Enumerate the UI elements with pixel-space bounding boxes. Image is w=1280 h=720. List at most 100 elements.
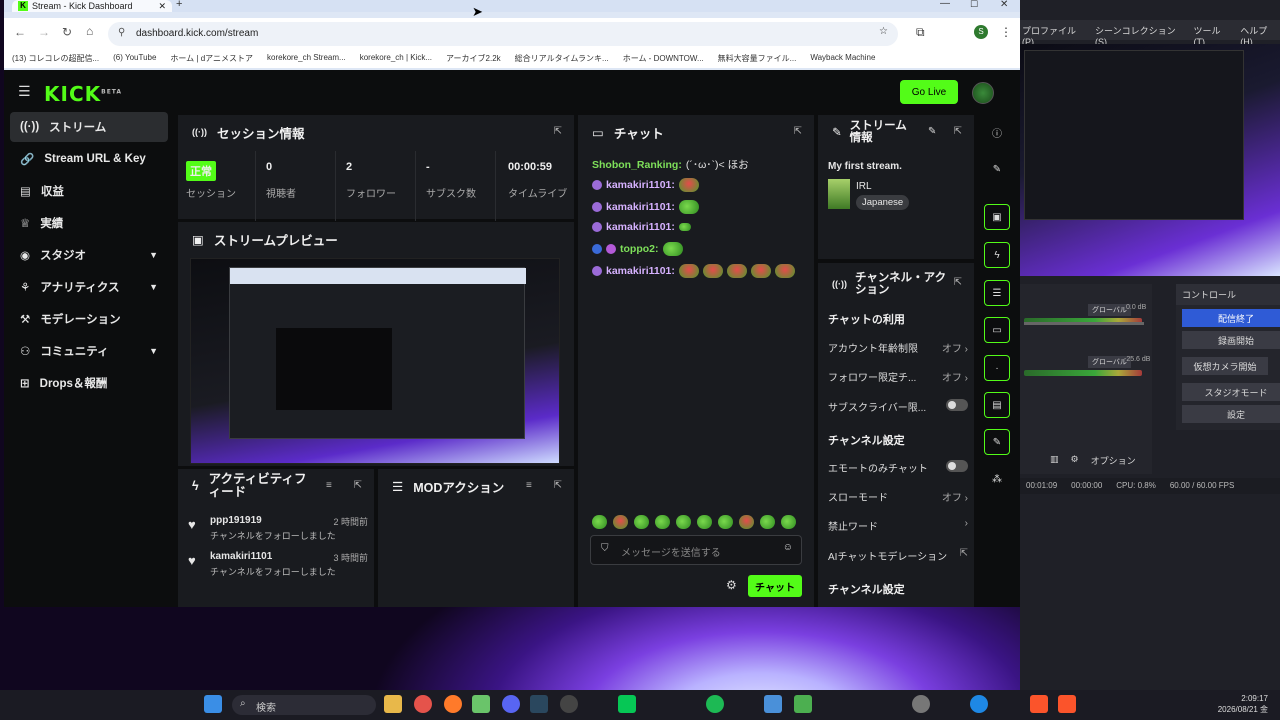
windows-start-icon[interactable] — [204, 695, 222, 713]
rail-preview-icon[interactable]: ▣ — [984, 204, 1010, 230]
sidebar-item-moderation[interactable]: ⚒ モデレーション — [10, 304, 168, 334]
emote-button[interactable] — [592, 515, 607, 529]
address-bar[interactable]: ⚲ dashboard.kick.com/stream ☆ — [108, 22, 898, 46]
sidebar-item-stream-url-key[interactable]: 🔗 Stream URL & Key — [10, 144, 168, 174]
chrome-icon[interactable] — [414, 695, 432, 713]
obs-layout-icon[interactable]: ▥ — [1050, 454, 1059, 467]
sidebar-item-community[interactable]: ⚇ コミュニティ ▼ — [10, 336, 168, 366]
bookmark-item[interactable]: 総合リアルタイムランキ... — [515, 53, 609, 65]
filter-icon[interactable]: ≡ — [526, 480, 532, 491]
chat-username[interactable]: Shobon_Ranking: — [592, 159, 682, 171]
site-info-icon[interactable]: ⚲ — [118, 27, 125, 38]
home-icon[interactable]: ⌂ — [86, 24, 93, 38]
rail-broadcast-icon[interactable]: · — [984, 355, 1010, 381]
popout-icon[interactable]: ⇱ — [554, 126, 562, 137]
tab-kick-dashboard[interactable]: K Stream - Kick Dashboard ✕ — [12, 0, 172, 12]
emote-button[interactable] — [739, 515, 754, 529]
popout-icon[interactable]: ⇱ — [354, 480, 362, 491]
bookmark-item[interactable]: 無料大容量ファイル... — [718, 53, 797, 65]
subscribers-only-toggle[interactable] — [946, 399, 968, 411]
rail-bolt-icon[interactable]: ϟ — [984, 242, 1010, 268]
edit-pencil-icon[interactable]: ✎ — [928, 126, 936, 137]
forward-icon[interactable]: → — [38, 25, 50, 39]
emote-button[interactable] — [718, 515, 733, 529]
mixer-slider-1[interactable] — [1024, 322, 1144, 325]
obs-studio-mode-button[interactable]: スタジオモード — [1182, 383, 1280, 401]
obs-menu-help[interactable]: ヘルプ(H) — [1240, 24, 1278, 47]
profile-avatar[interactable]: S — [974, 25, 988, 39]
emoji-icon[interactable]: ☺ — [783, 542, 793, 553]
rail-list-icon[interactable]: ☰ — [984, 280, 1010, 306]
mixer-global-1[interactable]: グローバル — [1088, 304, 1131, 316]
popout-icon[interactable]: ⇱ — [554, 480, 562, 491]
category-name[interactable]: IRL — [856, 181, 872, 192]
settings-gear-icon[interactable] — [912, 695, 930, 713]
rail-chat-icon[interactable]: ▭ — [984, 317, 1010, 343]
sidebar-item-revenue[interactable]: ▤ 収益 — [10, 176, 168, 206]
chat-settings-gear-icon[interactable]: ⚙ — [726, 578, 737, 592]
rail-wrench-icon[interactable]: ✎ — [984, 429, 1010, 455]
followers-only-row[interactable]: フォロワー限定チ... オフ › — [828, 369, 968, 384]
emote-button[interactable] — [697, 515, 712, 529]
tab-close-icon[interactable]: ✕ — [158, 1, 166, 12]
rail-more-icon[interactable]: ⁂ — [984, 466, 1010, 492]
bookmark-item[interactable]: korekore_ch | Kick... — [360, 53, 432, 65]
sidebar-item-drops[interactable]: ⊞ Drops＆報酬 — [10, 368, 168, 398]
obs-options-button[interactable]: オプション — [1091, 454, 1136, 467]
new-tab-icon[interactable]: + — [176, 0, 182, 10]
edge-icon[interactable] — [970, 695, 988, 713]
browser-menu-icon[interactable]: ⋮ — [1000, 25, 1012, 39]
stream-preview-video[interactable] — [190, 258, 560, 464]
obs-icon[interactable] — [560, 695, 578, 713]
reload-icon[interactable]: ↻ — [62, 25, 72, 39]
chat-username[interactable]: kamakiri1101: — [606, 179, 675, 191]
file-explorer-icon[interactable] — [384, 695, 402, 713]
bookmark-item[interactable]: アーカイブ2.2k — [446, 53, 501, 65]
spotify-icon[interactable] — [706, 695, 724, 713]
chat-username[interactable]: kamakiri1101: — [606, 201, 675, 213]
bookmark-item[interactable]: (13) コレコレの超配信... — [12, 53, 99, 65]
chat-username[interactable]: toppo2: — [620, 243, 659, 255]
close-window-icon[interactable]: ✕ — [1000, 0, 1008, 10]
obs-start-record-button[interactable]: 録画開始 — [1182, 331, 1280, 349]
chat-username[interactable]: kamakiri1101: — [606, 265, 675, 277]
rail-session-icon[interactable]: ▤ — [984, 392, 1010, 418]
obs-menu-tools[interactable]: ツール(T) — [1193, 24, 1230, 47]
obs-settings-button[interactable]: 設定 — [1182, 405, 1280, 423]
obs-stop-stream-button[interactable]: 配信終了 — [1182, 309, 1280, 327]
sidebar-item-achievements[interactable]: ♕ 実績 — [10, 208, 168, 238]
sidebar-item-studio[interactable]: ◉ スタジオ ▼ — [10, 240, 168, 270]
minimize-icon[interactable]: — — [940, 0, 950, 9]
obs-menu-scenes[interactable]: シーンコレクション(S) — [1095, 24, 1183, 47]
steam-icon[interactable] — [530, 695, 548, 713]
bookmark-item[interactable]: Wayback Machine — [810, 53, 875, 65]
bookmark-star-icon[interactable]: ☆ — [879, 26, 888, 37]
slow-mode-row[interactable]: スローモード オフ › — [828, 489, 968, 504]
emote-button[interactable] — [676, 515, 691, 529]
line-icon[interactable] — [618, 695, 636, 713]
info-icon[interactable]: ⓘ — [984, 119, 1010, 145]
emote-only-toggle[interactable] — [946, 460, 968, 472]
popout-icon[interactable]: ⇱ — [954, 277, 962, 288]
obs-virtual-cam-button[interactable]: 仮想カメラ開始 — [1182, 357, 1268, 375]
chat-username[interactable]: kamakiri1101: — [606, 221, 675, 233]
account-age-row[interactable]: アカウント年齢制限 オフ › — [828, 340, 968, 355]
firefox-icon[interactable] — [444, 695, 462, 713]
taskbar-search[interactable]: ⌕ 検索 — [232, 695, 376, 715]
taskbar-clock[interactable]: 2:09:17 2026/08/21 金 — [1218, 693, 1268, 715]
ai-moderation-row[interactable]: AIチャットモデレーション ⇱ — [828, 548, 968, 563]
filter-icon[interactable]: ≡ — [326, 480, 332, 491]
sidebar-item-stream[interactable]: ((·)) ストリーム — [10, 112, 168, 142]
bookmark-item[interactable]: ホーム | dアニメストア — [170, 53, 253, 65]
user-avatar[interactable] — [972, 82, 994, 104]
app-icon[interactable] — [472, 695, 490, 713]
kick-logo[interactable]: KICKBETA — [44, 82, 122, 106]
edit-icon[interactable]: ✎ — [984, 156, 1010, 182]
discord-icon[interactable] — [502, 695, 520, 713]
obs-menu-profile[interactable]: プロファイル(P) — [1022, 24, 1085, 47]
chat-input[interactable]: ⛉ メッセージを送信する ☺ — [590, 535, 802, 565]
obs-gear-small-icon[interactable]: ⚙ — [1071, 454, 1079, 467]
notepad-icon[interactable] — [764, 695, 782, 713]
emote-button[interactable] — [781, 515, 796, 529]
popout-icon[interactable]: ⇱ — [794, 126, 802, 137]
